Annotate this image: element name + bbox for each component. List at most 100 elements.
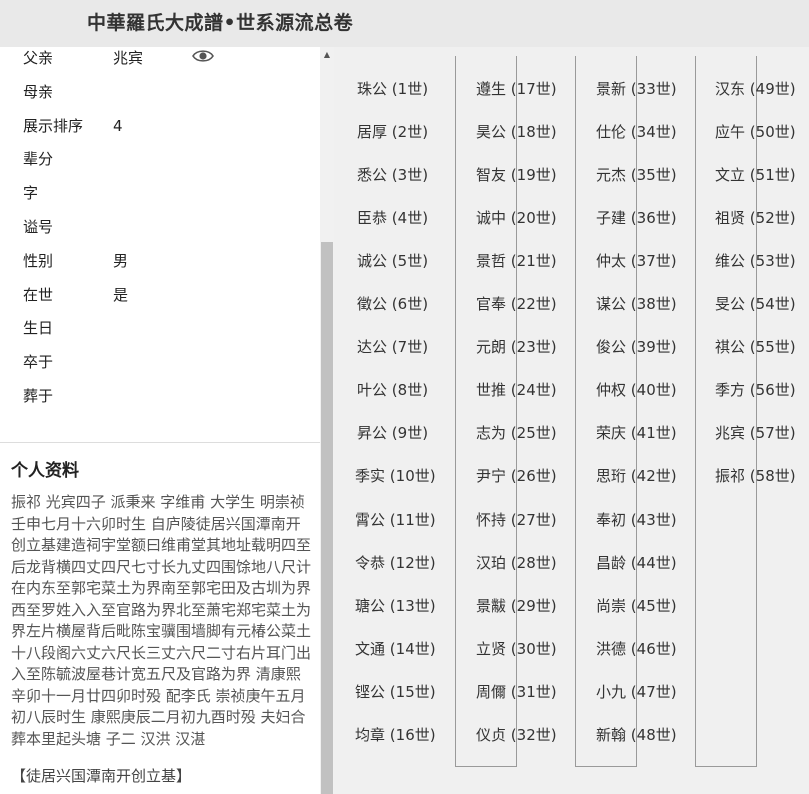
- generation-item[interactable]: 达公 (7世): [357, 337, 428, 357]
- detail-label: 父亲: [23, 49, 54, 67]
- generation-item[interactable]: 文通 (14世): [355, 639, 436, 659]
- detail-row: 生日: [0, 318, 320, 352]
- eye-icon[interactable]: [192, 48, 214, 64]
- generation-item[interactable]: 祺公 (55世): [715, 337, 796, 357]
- generation-item[interactable]: 智友 (19世): [476, 165, 557, 185]
- generation-item[interactable]: 季实 (10世): [355, 466, 436, 486]
- generation-name: 徵公: [357, 295, 388, 314]
- generation-item[interactable]: 俊公 (39世): [596, 337, 677, 357]
- generation-item[interactable]: 悉公 (3世): [357, 165, 428, 185]
- generation-item[interactable]: 元杰 (35世): [596, 165, 677, 185]
- generation-item[interactable]: 昇公 (9世): [357, 423, 428, 443]
- detail-value: 4: [113, 116, 123, 135]
- generation-number: (38世): [630, 295, 677, 314]
- generation-item[interactable]: 诚中 (20世): [476, 208, 557, 228]
- generation-number: (37世): [630, 252, 677, 271]
- scrollbar[interactable]: ▲: [320, 47, 334, 794]
- generation-name: 元杰: [596, 166, 627, 185]
- generation-item[interactable]: 均章 (16世): [355, 725, 436, 745]
- generation-item[interactable]: 遵生 (17世): [476, 79, 557, 99]
- generation-number: (20世): [510, 209, 557, 228]
- generation-number: (49世): [749, 80, 796, 98]
- generation-number: (32世): [510, 725, 557, 744]
- scroll-thumb[interactable]: [321, 242, 333, 794]
- generation-number: (26世): [510, 467, 557, 486]
- generation-item[interactable]: 尹宁 (26世): [476, 466, 557, 486]
- generation-number: (55世): [749, 338, 796, 357]
- generation-name: 兆宾: [715, 424, 746, 443]
- generation-name: 居厚: [357, 123, 388, 142]
- generation-item[interactable]: 珠公 (1世): [357, 79, 428, 99]
- generation-item[interactable]: 仲太 (37世): [596, 251, 677, 271]
- generation-item[interactable]: 怀持 (27世): [476, 510, 557, 530]
- generation-item[interactable]: 汉珀 (28世): [476, 553, 557, 573]
- generation-number: (45世): [630, 596, 677, 615]
- generation-item[interactable]: 景黻 (29世): [476, 596, 557, 616]
- generation-item[interactable]: 志为 (25世): [476, 423, 557, 443]
- generation-number: (25世): [510, 424, 557, 443]
- generation-name: 旻公: [715, 295, 746, 314]
- generation-item[interactable]: 仪贞 (32世): [476, 725, 557, 745]
- generation-item[interactable]: 奉初 (43世): [596, 510, 677, 530]
- generation-name: 元朗: [476, 338, 507, 357]
- generation-item[interactable]: 元朗 (23世): [476, 337, 557, 357]
- generation-name: 景哲: [476, 252, 507, 271]
- generation-item[interactable]: 周儞 (31世): [476, 682, 557, 702]
- generation-item[interactable]: 子建 (36世): [596, 208, 677, 228]
- generation-item[interactable]: 文立 (51世): [715, 165, 796, 185]
- generation-item[interactable]: 思珩 (42世): [596, 466, 677, 486]
- generation-item[interactable]: 兆宾 (57世): [715, 423, 796, 443]
- generation-name: 令恭: [355, 553, 386, 572]
- generation-item[interactable]: 谋公 (38世): [596, 294, 677, 314]
- generation-name: 铿公: [355, 682, 386, 701]
- generation-item[interactable]: 令恭 (12世): [355, 553, 436, 573]
- generation-name: 仲太: [596, 252, 627, 271]
- generation-item[interactable]: 瑭公 (13世): [355, 596, 436, 616]
- generation-item[interactable]: 小九 (47世): [596, 682, 677, 702]
- detail-row: 性别 男: [0, 251, 320, 285]
- generation-item[interactable]: 仕伦 (34世): [596, 122, 677, 142]
- generation-item[interactable]: 洪德 (46世): [596, 639, 677, 659]
- generation-item[interactable]: 霄公 (11世): [355, 510, 436, 530]
- generation-item[interactable]: 仲权 (40世): [596, 380, 677, 400]
- generation-item[interactable]: 昌龄 (44世): [596, 553, 677, 573]
- generation-item[interactable]: 立贤 (30世): [476, 639, 557, 659]
- generation-name: 仕伦: [596, 123, 627, 142]
- generation-item[interactable]: 祖贤 (52世): [715, 208, 796, 228]
- generation-number: (23世): [510, 338, 557, 357]
- generation-item[interactable]: 荣庆 (41世): [596, 423, 677, 443]
- generation-name: 诚公: [357, 252, 388, 271]
- generation-item[interactable]: 昊公 (18世): [476, 122, 557, 142]
- generation-item[interactable]: 景新 (33世): [596, 79, 677, 99]
- generation-number: (48世): [630, 725, 677, 744]
- generation-name: 汉珀: [476, 553, 507, 572]
- generation-name: 景新: [596, 80, 627, 98]
- generation-item[interactable]: 应午 (50世): [715, 122, 796, 142]
- generation-name: 季实: [355, 467, 386, 486]
- generation-item[interactable]: 新翰 (48世): [596, 725, 677, 745]
- generation-number: (39世): [630, 338, 677, 357]
- generation-number: (31世): [510, 682, 557, 701]
- generation-name: 立贤: [476, 639, 507, 658]
- generation-item[interactable]: 居厚 (2世): [357, 122, 428, 142]
- generation-item[interactable]: 景哲 (21世): [476, 251, 557, 271]
- generation-number: (56世): [749, 381, 796, 400]
- generation-item[interactable]: 维公 (53世): [715, 251, 796, 271]
- generation-item[interactable]: 尚崇 (45世): [596, 596, 677, 616]
- generation-name: 悉公: [357, 166, 388, 185]
- generation-item[interactable]: 季方 (56世): [715, 380, 796, 400]
- scroll-up-arrow-icon[interactable]: ▲: [320, 49, 334, 61]
- generation-item[interactable]: 世推 (24世): [476, 380, 557, 400]
- generation-item[interactable]: 振祁 (58世): [715, 466, 796, 486]
- generation-item[interactable]: 叶公 (8世): [357, 380, 428, 400]
- profile-link[interactable]: 【徒居兴国潭南开创立基】: [11, 765, 191, 786]
- generation-item[interactable]: 旻公 (54世): [715, 294, 796, 314]
- generation-name: 官奉: [476, 295, 507, 314]
- generation-item[interactable]: 官奉 (22世): [476, 294, 557, 314]
- generation-item[interactable]: 臣恭 (4世): [357, 208, 428, 228]
- generation-item[interactable]: 铿公 (15世): [355, 682, 436, 702]
- generation-item[interactable]: 诚公 (5世): [357, 251, 428, 271]
- generation-item[interactable]: 徵公 (6世): [357, 294, 428, 314]
- generation-number: (36世): [630, 209, 677, 228]
- generation-item[interactable]: 汉东 (49世): [715, 79, 796, 99]
